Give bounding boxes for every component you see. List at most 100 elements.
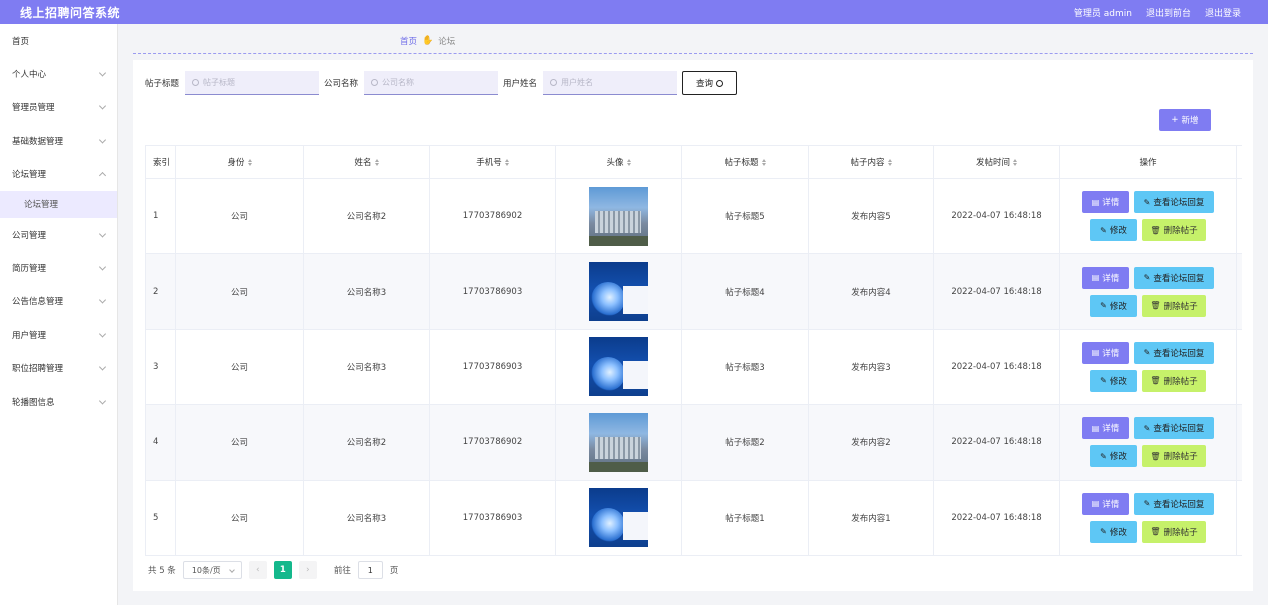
sort-icon[interactable] bbox=[504, 158, 509, 166]
column-header-phone[interactable]: 手机号 bbox=[430, 146, 556, 178]
user-name-input[interactable]: 用户姓名 bbox=[543, 71, 678, 95]
column-header-post-content[interactable]: 帖子内容 bbox=[809, 146, 934, 178]
edit-icon: ✎ bbox=[1143, 197, 1151, 207]
delete-post-button[interactable]: 🗑 删除帖子 bbox=[1142, 219, 1206, 242]
edit-button[interactable]: ✎ 修改 bbox=[1090, 445, 1137, 468]
sort-icon[interactable] bbox=[761, 158, 766, 166]
add-button[interactable]: + 新增 bbox=[1159, 109, 1211, 131]
cell-post-time-text: 2022-04-07 16:48:18 bbox=[951, 211, 1042, 222]
detail-button-label: 详情 bbox=[1102, 198, 1120, 209]
sidebar-item-profile[interactable]: 个人中心 bbox=[0, 57, 117, 90]
view-replies-button[interactable]: ✎ 查看论坛回复 bbox=[1134, 191, 1214, 214]
sort-icon[interactable] bbox=[374, 158, 379, 166]
cell-phone-text: 17703786903 bbox=[462, 361, 523, 372]
page-number-current[interactable]: 1 bbox=[273, 561, 292, 579]
view-replies-button[interactable]: ✎ 查看论坛回复 bbox=[1134, 341, 1214, 364]
avatar-intro-image[interactable] bbox=[589, 337, 648, 397]
delete-post-button[interactable]: 🗑 删除帖子 bbox=[1142, 520, 1206, 543]
search-icon bbox=[550, 79, 558, 86]
delete-post-button[interactable]: 🗑 删除帖子 bbox=[1142, 294, 1206, 317]
cell-phone: 17703786903 bbox=[430, 329, 556, 405]
sidebar-item-admin[interactable]: 管理员管理 bbox=[0, 91, 117, 124]
cell-index-text: 5 bbox=[153, 512, 159, 523]
cell-post-time-text: 2022-04-07 16:48:18 bbox=[951, 286, 1042, 297]
prev-page-button[interactable]: ‹ bbox=[248, 561, 267, 579]
view-replies-button[interactable]: ✎ 查看论坛回复 bbox=[1134, 492, 1214, 515]
sidebar-item-carousel[interactable]: 轮播图信息 bbox=[0, 385, 117, 418]
edit-icon: ✎ bbox=[1100, 225, 1107, 235]
edit-icon: ✎ bbox=[1100, 451, 1107, 461]
sidebar-item-users[interactable]: 用户管理 bbox=[0, 318, 117, 351]
edit-button[interactable]: ✎ 修改 bbox=[1090, 219, 1137, 242]
cell-name-text: 公司名称2 bbox=[346, 438, 387, 449]
sidebar-item-home[interactable]: 首页 bbox=[0, 24, 117, 57]
avatar-intro-image[interactable] bbox=[589, 488, 648, 548]
sort-icon[interactable] bbox=[626, 158, 631, 166]
view-replies-button[interactable]: ✎ 查看论坛回复 bbox=[1134, 266, 1214, 289]
column-header-avatar[interactable]: 头像 bbox=[556, 146, 682, 178]
view-replies-button-label: 查看论坛回复 bbox=[1153, 273, 1205, 284]
logout-link[interactable]: 退出登录 bbox=[1205, 6, 1241, 19]
delete-post-button[interactable]: 🗑 删除帖子 bbox=[1142, 445, 1206, 468]
row-actions: ▤ 详情 ✎ 查看论坛回复 ✎ 修改 🗑 删除帖子 bbox=[1082, 341, 1214, 392]
sidebar-item-basic-data[interactable]: 基础数据管理 bbox=[0, 124, 117, 157]
goto-label: 前往 bbox=[333, 566, 351, 576]
forum-table: 索引 身份 姓名 手机号 头像 帖子标题 帖子内容 发帖时间 操作 1 公司 公司名… bbox=[145, 145, 1242, 556]
post-title-input[interactable]: 帖子标题 bbox=[185, 71, 320, 95]
pagination: 共 5 条 10条/页 ‹ 1 › 前往 1 页 bbox=[148, 561, 398, 579]
column-header-post-time[interactable]: 发帖时间 bbox=[934, 146, 1060, 178]
avatar-building-image[interactable] bbox=[589, 186, 648, 246]
sidebar-item-company[interactable]: 公司管理 bbox=[0, 218, 117, 251]
next-page-button[interactable]: › bbox=[298, 561, 317, 579]
detail-button[interactable]: ▤ 详情 bbox=[1082, 341, 1129, 364]
cell-name: 公司名称3 bbox=[304, 480, 430, 555]
query-button[interactable]: 查询 bbox=[682, 71, 738, 95]
cell-name: 公司名称3 bbox=[304, 329, 430, 405]
cell-name-text: 公司名称3 bbox=[346, 362, 387, 373]
cell-index: 4 bbox=[146, 405, 176, 480]
sidebar-item-notice[interactable]: 公告信息管理 bbox=[0, 285, 117, 318]
sort-icon[interactable] bbox=[1013, 158, 1017, 166]
view-replies-button[interactable]: ✎ 查看论坛回复 bbox=[1134, 417, 1214, 440]
cell-actions: ▤ 详情 ✎ 查看论坛回复 ✎ 修改 🗑 删除帖子 bbox=[1060, 254, 1237, 329]
cell-name-text: 公司名称3 bbox=[346, 287, 387, 298]
company-name-input[interactable]: 公司名称 bbox=[364, 71, 499, 95]
sidebar-item-jobs[interactable]: 职位招聘管理 bbox=[0, 352, 117, 385]
sort-icon[interactable] bbox=[247, 158, 252, 166]
column-header-role[interactable]: 身份 bbox=[176, 146, 304, 178]
search-label-company: 公司名称 bbox=[324, 79, 359, 89]
breadcrumb-home[interactable]: 首页 bbox=[400, 35, 417, 47]
delete-post-button-label: 删除帖子 bbox=[1163, 527, 1198, 538]
avatar-building-image[interactable] bbox=[589, 412, 648, 472]
add-button-label: 新增 bbox=[1181, 116, 1199, 126]
column-header-name[interactable]: 姓名 bbox=[304, 146, 430, 178]
detail-button[interactable]: ▤ 详情 bbox=[1082, 417, 1129, 440]
cell-actions: ▤ 详情 ✎ 查看论坛回复 ✎ 修改 🗑 删除帖子 bbox=[1060, 179, 1237, 254]
sidebar-subitem-forum-manage[interactable]: 论坛管理 bbox=[0, 190, 117, 218]
view-replies-button-label: 查看论坛回复 bbox=[1153, 424, 1205, 435]
edit-button[interactable]: ✎ 修改 bbox=[1090, 520, 1137, 543]
page-size-select[interactable]: 10条/页 bbox=[182, 561, 242, 579]
detail-button[interactable]: ▤ 详情 bbox=[1082, 266, 1129, 289]
search-icon bbox=[192, 79, 200, 86]
sidebar-item-forum[interactable]: 论坛管理 bbox=[0, 158, 117, 191]
column-header-post-title[interactable]: 帖子标题 bbox=[682, 146, 809, 178]
delete-post-button[interactable]: 🗑 删除帖子 bbox=[1142, 369, 1206, 392]
detail-button-label: 详情 bbox=[1102, 273, 1120, 284]
avatar-intro-image[interactable] bbox=[589, 262, 648, 322]
goto-page-input[interactable]: 1 bbox=[357, 561, 383, 579]
detail-button[interactable]: ▤ 详情 bbox=[1082, 191, 1129, 214]
cell-post-content-text: 发布内容1 bbox=[851, 513, 891, 524]
top-bar: 线上招聘问答系统 管理员 admin 退出到前台 退出登录 bbox=[0, 0, 1268, 24]
cell-post-content-text: 发布内容2 bbox=[851, 438, 891, 449]
edit-button[interactable]: ✎ 修改 bbox=[1090, 294, 1137, 317]
cell-post-time: 2022-04-07 16:48:18 bbox=[934, 254, 1060, 329]
cell-role-text: 公司 bbox=[230, 212, 248, 223]
sidebar-item-resume[interactable]: 简历管理 bbox=[0, 251, 117, 284]
edit-button[interactable]: ✎ 修改 bbox=[1090, 369, 1137, 392]
sort-icon[interactable] bbox=[887, 158, 892, 166]
edit-button-label: 修改 bbox=[1109, 452, 1127, 463]
edit-button-label: 修改 bbox=[1109, 226, 1127, 237]
exit-to-front-link[interactable]: 退出到前台 bbox=[1146, 6, 1191, 19]
detail-button[interactable]: ▤ 详情 bbox=[1082, 492, 1129, 515]
